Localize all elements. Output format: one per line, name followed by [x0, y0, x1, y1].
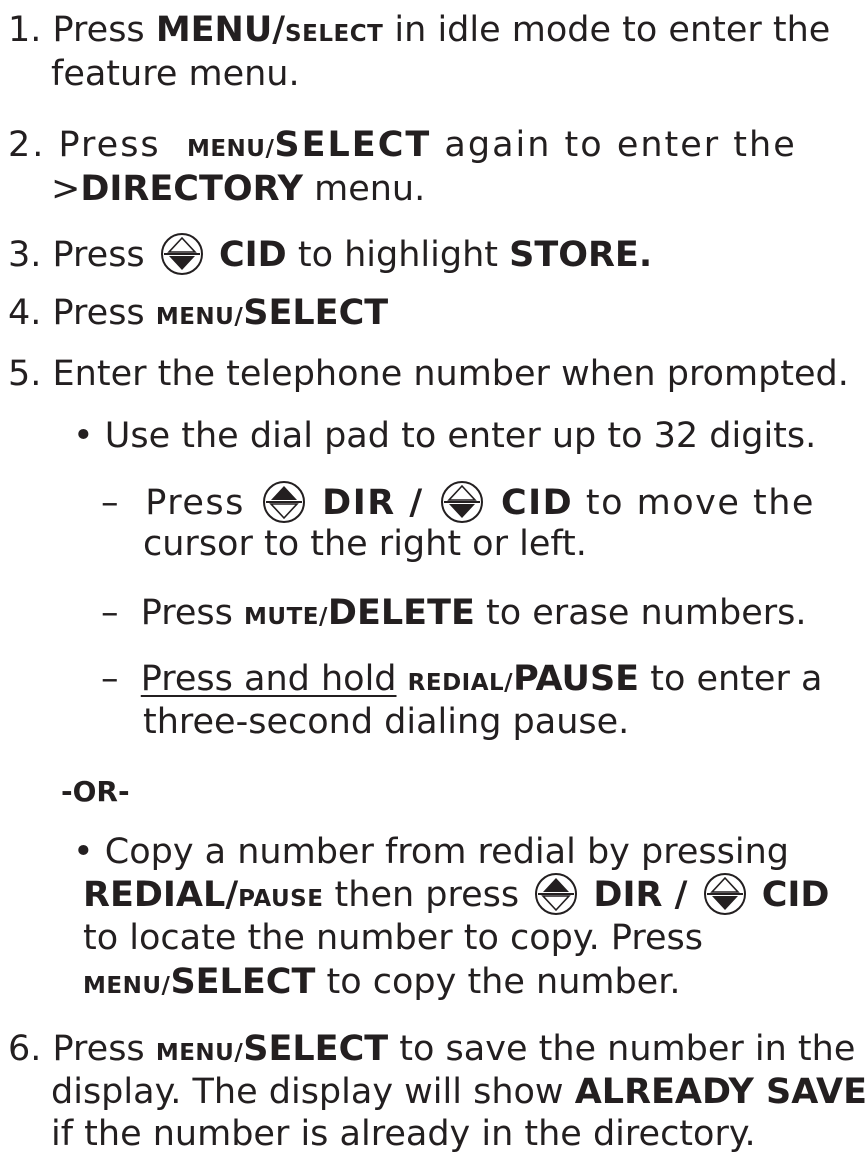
- key-label: SELECT: [274, 125, 432, 165]
- step-number: 4.: [8, 293, 42, 333]
- step-text: to save the number in the: [399, 1029, 856, 1069]
- key-label-small: MENU/: [186, 136, 275, 162]
- underlined-text: Press and hold: [140, 659, 397, 699]
- key-label: PAUSE: [513, 659, 640, 699]
- key-label-small: PAUSE: [238, 886, 324, 912]
- dash: –: [101, 659, 119, 699]
- step-text: three-second dialing pause.: [143, 702, 630, 742]
- step-text: to enter a: [650, 659, 823, 699]
- bullet-text: • Copy a number from redial by pressing: [73, 832, 789, 872]
- step-6-line-3: if the number is already in the director…: [51, 1112, 756, 1156]
- bullet-text: • Use the dial pad to enter up to 32 dig…: [73, 416, 817, 456]
- step-text: Press: [52, 1029, 145, 1069]
- step-6-line-1: 6. Press MENU/SELECT to save the number …: [8, 1027, 855, 1075]
- step-text: Press: [52, 235, 145, 275]
- step-number: 3.: [8, 235, 42, 275]
- menu-name: DIRECTORY: [80, 169, 303, 209]
- key-label-small: MENU/: [155, 304, 244, 330]
- down-arrow-filled-icon: [703, 872, 747, 916]
- down-arrow-filled-icon: [440, 480, 484, 524]
- step-text: Press: [145, 483, 245, 523]
- key-label: SELECT: [243, 293, 389, 333]
- step-1-line-1: 1. Press MENU/SELECT in idle mode to ent…: [8, 8, 830, 56]
- step-text: feature menu.: [51, 54, 300, 94]
- dash-pause-line-2: three-second dialing pause.: [143, 700, 629, 744]
- dash-move-cursor-line-1: – Press DIR / CID to move the: [101, 480, 815, 525]
- step-text: again to enter the: [444, 125, 797, 165]
- step-number: 1.: [8, 10, 42, 50]
- up-arrow-filled-icon: [534, 872, 578, 916]
- or-text: -OR-: [61, 775, 130, 808]
- key-label: SELECT: [170, 962, 316, 1002]
- step-3-line-1: 3. Press CID to highlight STORE.: [8, 232, 652, 277]
- bullet-copy-line-3: to locate the number to copy. Press: [83, 916, 703, 960]
- step-text: Press: [140, 593, 233, 633]
- step-text: display. The display will show: [51, 1072, 564, 1112]
- bullet-copy-line-1: • Copy a number from redial by pressing: [73, 830, 789, 874]
- key-label-small: SELECT: [285, 21, 384, 47]
- key-label: DIR /: [593, 875, 688, 915]
- key-label: MENU/: [155, 10, 286, 50]
- option-name: STORE.: [509, 235, 653, 275]
- step-text: to locate the number to copy. Press: [83, 918, 703, 958]
- step-text: in idle mode to enter the: [394, 10, 831, 50]
- key-label: DELETE: [327, 593, 475, 633]
- step-number: 6.: [8, 1029, 42, 1069]
- step-5-line-1: 5. Enter the telephone number when promp…: [8, 352, 849, 396]
- step-6-line-2: display. The display will show ALREADY S…: [51, 1070, 866, 1114]
- step-text: to erase numbers.: [486, 593, 807, 633]
- dash: –: [101, 483, 120, 523]
- key-label-small: MUTE/: [244, 604, 328, 630]
- step-4-line-1: 4. Press MENU/SELECT: [8, 291, 388, 339]
- step-2-line-1: 2. Press MENU/SELECT again to enter the: [8, 123, 797, 171]
- key-label: DIR /: [322, 483, 424, 523]
- dash: –: [101, 593, 119, 633]
- key-label: SELECT: [243, 1029, 389, 1069]
- dash-move-cursor-line-2: cursor to the right or left.: [143, 522, 587, 566]
- step-text: Press: [52, 10, 145, 50]
- step-text: to copy the number.: [326, 962, 681, 1002]
- bullet-copy-line-2: REDIAL/PAUSE then press DIR / CID: [83, 872, 829, 921]
- or-separator: -OR-: [61, 770, 130, 814]
- bullet-dial-pad: • Use the dial pad to enter up to 32 dig…: [73, 414, 816, 458]
- key-label-small: MENU/: [155, 1040, 244, 1066]
- step-text: Enter the telephone number when prompted…: [52, 354, 849, 394]
- bullet-copy-line-4: MENU/SELECT to copy the number.: [83, 960, 681, 1008]
- step-1-line-2: feature menu.: [51, 52, 300, 96]
- step-text: menu.: [314, 169, 426, 209]
- step-text: Press: [58, 125, 161, 165]
- step-number: 5.: [8, 354, 42, 394]
- key-label-small: REDIAL/: [407, 670, 514, 696]
- up-arrow-filled-icon: [262, 480, 306, 524]
- key-label: CID: [761, 875, 830, 915]
- key-label-small: MENU/: [83, 973, 171, 999]
- display-message: ALREADY SAVED: [574, 1072, 866, 1112]
- key-label: REDIAL/: [83, 875, 239, 915]
- step-2-line-2: >DIRECTORY menu.: [51, 167, 425, 211]
- step-text: Press: [52, 293, 145, 333]
- key-label: CID: [218, 235, 287, 275]
- step-text: cursor to the right or left.: [143, 524, 587, 564]
- step-text: >: [51, 169, 81, 209]
- step-text: then press: [334, 875, 520, 915]
- key-label: CID: [500, 483, 574, 523]
- step-text: to move the: [585, 483, 815, 523]
- dash-pause-line-1: – Press and hold REDIAL/PAUSE to enter a: [101, 657, 822, 705]
- step-text: to highlight: [297, 235, 498, 275]
- dash-erase-line: – Press MUTE/DELETE to erase numbers.: [101, 591, 807, 639]
- down-arrow-filled-icon: [160, 232, 204, 276]
- step-text: if the number is already in the director…: [51, 1114, 756, 1154]
- step-number: 2.: [8, 125, 46, 165]
